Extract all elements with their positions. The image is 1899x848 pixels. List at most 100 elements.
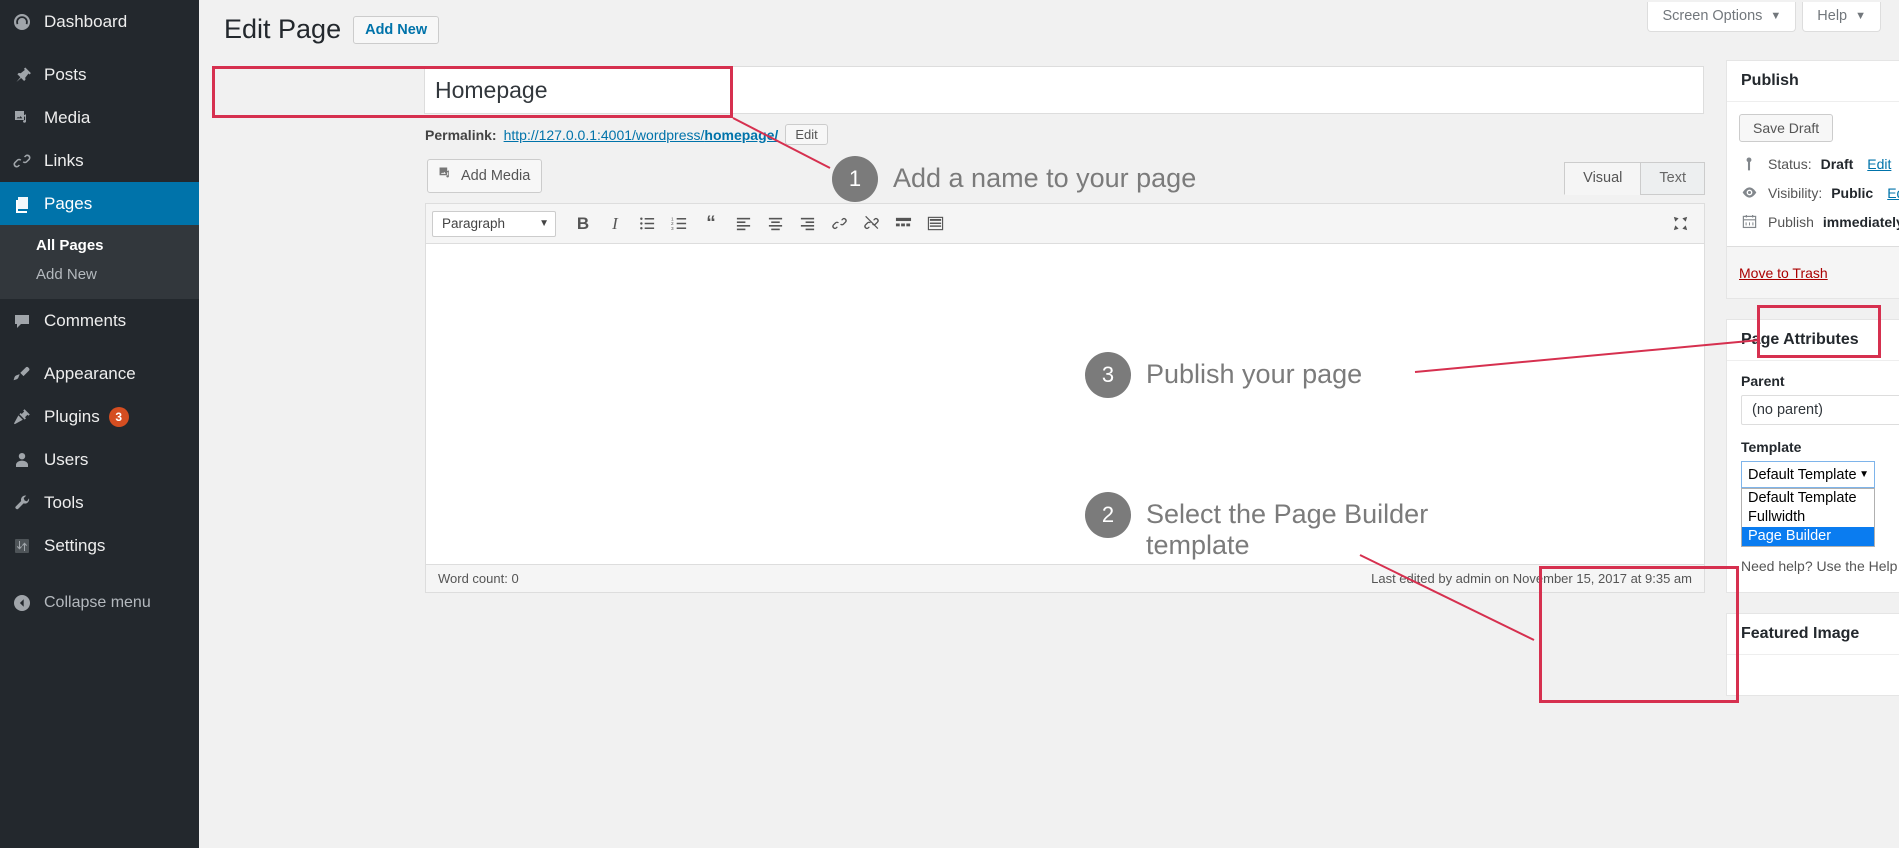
pages-submenu: All Pages Add New [0, 225, 199, 299]
template-option-default[interactable]: Default Template [1742, 489, 1874, 508]
help-button[interactable]: Help ▼ [1802, 2, 1881, 32]
sidebar-item-label: Appearance [44, 363, 136, 383]
brush-icon [12, 364, 44, 384]
sidebar-item-dashboard[interactable]: Dashboard [0, 0, 199, 43]
edit-status-link[interactable]: Edit [1867, 156, 1891, 172]
insert-more-tag-icon[interactable] [888, 210, 918, 238]
align-center-icon[interactable] [760, 210, 790, 238]
sidebar-item-posts[interactable]: Posts [0, 53, 199, 96]
admin-content: Screen Options ▼ Help ▼ Edit Page Add Ne… [199, 0, 1899, 848]
editor-content-area[interactable] [426, 244, 1704, 564]
chevron-down-icon: ▼ [1859, 469, 1869, 480]
tab-text[interactable]: Text [1640, 162, 1705, 195]
sidebar-item-pages[interactable]: Pages [0, 182, 207, 225]
add-media-label: Add Media [461, 167, 531, 184]
sidebar-item-comments[interactable]: Comments [0, 299, 199, 342]
tab-visual[interactable]: Visual [1564, 162, 1642, 195]
template-select[interactable]: Default Template ▼ [1741, 461, 1875, 488]
permalink-link[interactable]: http://127.0.0.1:4001/wordpress/homepage… [504, 127, 779, 143]
remove-link-icon[interactable] [856, 210, 886, 238]
wrench-icon [12, 493, 44, 513]
submenu-item-label: Add New [36, 266, 97, 283]
sidebar-item-add-new-page[interactable]: Add New [0, 260, 199, 289]
sidebar-item-appearance[interactable]: Appearance [0, 352, 199, 395]
sidebar-divider [0, 43, 199, 53]
page-title-input[interactable] [424, 66, 1704, 114]
page-title: Edit Page [224, 14, 342, 44]
publish-metabox-title: Publish [1741, 72, 1799, 89]
permalink-base: http://127.0.0.1:4001/wordpress/ [503, 126, 705, 143]
editor-wrapper: Add Media Visual Text Paragraph ▼ B I 1 … [425, 150, 1705, 593]
pin-icon [12, 65, 44, 85]
editor-mode-tabs: Visual Text [1564, 162, 1705, 195]
page-attributes-header: Page Attributes ▲ [1727, 320, 1899, 361]
template-option-fullwidth[interactable]: Fullwidth [1742, 508, 1874, 527]
media-buttons-row: Add Media [425, 150, 1705, 203]
sidebar-item-users[interactable]: Users [0, 438, 199, 481]
toolbar-toggle-icon[interactable] [920, 210, 950, 238]
parent-select-value: (no parent) [1752, 402, 1823, 418]
parent-select[interactable]: (no parent) ▼ [1741, 395, 1899, 425]
admin-sidebar: Dashboard Posts Media Links Pages All Pa… [0, 0, 207, 848]
numbered-list-icon[interactable]: 123 [664, 210, 694, 238]
screen-options-label: Screen Options [1662, 8, 1763, 24]
template-option-page-builder[interactable]: Page Builder [1742, 527, 1874, 546]
word-count: Word count: 0 [438, 571, 519, 586]
collapse-menu-label: Collapse menu [44, 593, 151, 611]
sidebar-item-all-pages[interactable]: All Pages [0, 231, 199, 260]
dashboard-icon [12, 12, 44, 32]
sidebar-item-label: Media [44, 107, 91, 127]
sidebar-item-links[interactable]: Links [0, 139, 199, 182]
sidebar-item-label: Comments [44, 310, 127, 330]
svg-text:3: 3 [671, 226, 674, 232]
comment-icon [12, 311, 44, 331]
featured-image-header: Featured Image ▲ [1727, 614, 1899, 655]
sidebar-item-label: Plugins [44, 406, 100, 426]
blockquote-icon[interactable]: “ [696, 210, 726, 238]
sidebar-item-tools[interactable]: Tools [0, 481, 199, 524]
sidebar-item-label: Users [44, 449, 89, 469]
sidebar-item-label: Links [44, 150, 84, 170]
sidebar-item-label: Dashboard [44, 11, 128, 31]
plugins-update-badge: 3 [108, 406, 129, 427]
italic-icon[interactable]: I [600, 210, 630, 238]
fullscreen-icon[interactable] [1666, 210, 1694, 238]
featured-image-title: Featured Image [1741, 624, 1860, 642]
save-draft-button[interactable]: Save Draft [1739, 114, 1834, 142]
insert-link-icon[interactable] [824, 210, 854, 238]
add-new-button[interactable]: Add New [353, 15, 440, 44]
chevron-down-icon: ▼ [1855, 10, 1866, 22]
screen-options-button[interactable]: Screen Options ▼ [1647, 2, 1797, 32]
bulleted-list-icon[interactable] [632, 210, 662, 238]
move-to-trash-link[interactable]: Move to Trash [1739, 265, 1828, 281]
sidebar-divider [0, 342, 199, 352]
submenu-item-label: All Pages [36, 237, 104, 254]
permalink-edit-button[interactable]: Edit [785, 124, 828, 145]
draft-preview-row: Save Draft Preview [1739, 114, 1899, 142]
align-right-icon[interactable] [792, 210, 822, 238]
bold-icon[interactable]: B [568, 210, 598, 238]
parent-label: Parent [1741, 373, 1785, 389]
collapse-arrow-icon [12, 593, 44, 613]
user-icon [12, 450, 44, 470]
sidebar-item-label: Settings [44, 535, 106, 555]
sidebar-item-settings[interactable]: Settings [0, 524, 199, 567]
publish-schedule-row: Publish immediately Edit [1739, 207, 1899, 236]
collapse-menu-button[interactable]: Collapse menu [0, 581, 199, 624]
pages-icon [12, 194, 44, 214]
paragraph-format-select[interactable]: Paragraph ▼ [432, 210, 556, 237]
add-media-button[interactable]: Add Media [427, 159, 543, 193]
link-icon [12, 151, 44, 171]
sidebar-item-label: Pages [44, 193, 93, 213]
sidebar-item-media[interactable]: Media [0, 96, 199, 139]
page-attributes-help-text: Need help? Use the Help tab above the sc… [1741, 558, 1899, 574]
template-options-list: Default Template Fullwidth Page Builder [1741, 488, 1875, 547]
postbox-container: Publish ▲ Save Draft Preview Status: Dra… [1726, 60, 1899, 716]
edit-visibility-link[interactable]: Edit [1887, 185, 1899, 201]
editor-box: Paragraph ▼ B I 123 “ Word count: 0 Last… [425, 203, 1705, 593]
align-left-icon[interactable] [728, 210, 758, 238]
sidebar-item-plugins[interactable]: Plugins 3 [0, 395, 199, 438]
chevron-down-icon: ▼ [1770, 10, 1782, 22]
publish-schedule-label: Publish [1768, 213, 1814, 230]
publish-schedule-value: immediately [1822, 213, 1899, 230]
